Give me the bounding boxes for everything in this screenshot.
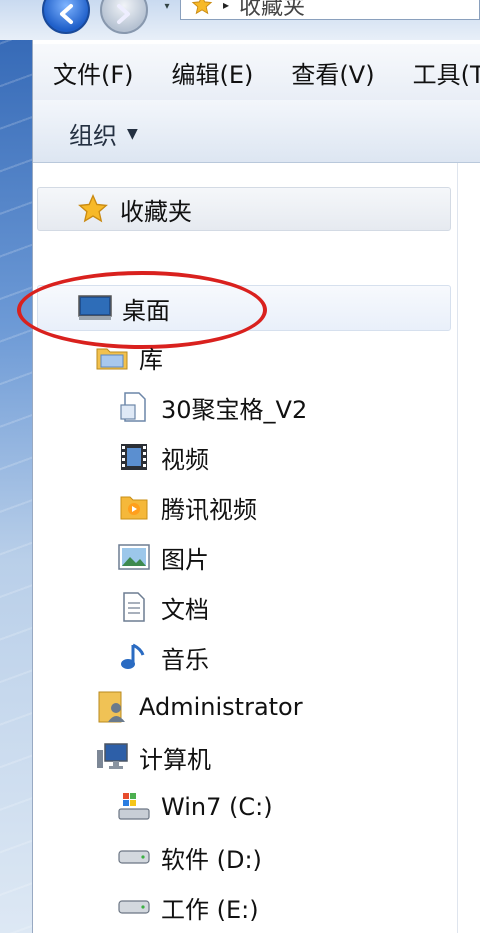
nav-item-documents[interactable]: 文档 (117, 585, 209, 629)
nav-label: 文档 (161, 595, 209, 624)
star-icon (191, 0, 213, 15)
nav-item-pictures[interactable]: 图片 (117, 535, 209, 579)
desktop-background (0, 0, 32, 933)
chevron-down-icon: ▼ (127, 125, 138, 142)
navigation-pane: 收藏夹 桌面 库 30聚宝格_V2 视频 腾讯视频 图片 文档 音乐 Admin… (17, 163, 458, 933)
nav-item-drive-c[interactable]: Win7 (C:) (117, 785, 273, 829)
document-icon (117, 590, 151, 624)
nav-item-video[interactable]: 视频 (117, 435, 209, 479)
command-bar: 组织 ▼ (33, 100, 480, 163)
computer-icon (95, 740, 129, 774)
nav-item-music[interactable]: 音乐 (117, 635, 209, 679)
nav-item-custom-library[interactable]: 30聚宝格_V2 (117, 385, 307, 429)
forward-button[interactable] (100, 0, 148, 34)
nav-label: 音乐 (161, 645, 209, 674)
menu-edit[interactable]: 编辑(E) (152, 55, 272, 90)
organize-label: 组织 (69, 122, 117, 150)
nav-item-desktop[interactable]: 桌面 (37, 285, 451, 331)
desktop-icon (78, 291, 112, 325)
forward-arrow-icon (117, 4, 130, 24)
nav-label: 图片 (161, 545, 209, 574)
menu-tools[interactable]: 工具(T (393, 55, 480, 90)
nav-label: 视频 (161, 445, 209, 474)
user-folder-icon (95, 690, 129, 724)
nav-label: 腾讯视频 (161, 495, 257, 524)
star-icon (76, 192, 110, 226)
drive-icon (117, 890, 151, 924)
address-bar: ▾ ▸ 收藏夹 (0, 0, 480, 40)
picture-icon (117, 540, 151, 574)
nav-label: 计算机 (139, 745, 211, 774)
nav-item-computer[interactable]: 计算机 (95, 735, 211, 779)
system-drive-icon (117, 790, 151, 824)
nav-label: 收藏夹 (120, 197, 192, 226)
nav-label: 30聚宝格_V2 (161, 395, 308, 424)
nav-label: 桌面 (122, 296, 170, 325)
nav-item-drive-e[interactable]: 工作 (E:) (117, 885, 259, 929)
address-field[interactable]: ▸ 收藏夹 (180, 0, 480, 20)
document-library-icon (117, 390, 151, 424)
drive-icon (117, 840, 151, 874)
nav-item-library[interactable]: 库 (95, 335, 163, 379)
library-folder-icon (95, 340, 129, 374)
nav-label: 工作 (E:) (161, 895, 259, 924)
nav-label: 软件 (D:) (161, 845, 262, 874)
menu-view[interactable]: 查看(V) (271, 55, 392, 90)
back-button[interactable] (42, 0, 90, 34)
nav-label: Win7 (C:) (161, 793, 273, 821)
nav-item-favorites[interactable]: 收藏夹 (37, 187, 451, 231)
organize-button[interactable]: 组织 ▼ (69, 116, 138, 151)
music-icon (117, 640, 151, 674)
video-icon (117, 440, 151, 474)
nav-item-tencent-video[interactable]: 腾讯视频 (117, 485, 257, 529)
back-arrow-icon (60, 4, 73, 24)
explorer-window: 文件(F) 编辑(E) 查看(V) 工具(T 组织 ▼ 收藏夹 桌面 库 30聚… (17, 40, 480, 933)
nav-item-drive-d[interactable]: 软件 (D:) (117, 835, 262, 879)
menu-bar: 文件(F) 编辑(E) 查看(V) 工具(T (33, 44, 480, 101)
tencent-video-icon (117, 490, 151, 524)
breadcrumb-separator: ▸ (223, 0, 230, 12)
menu-file[interactable]: 文件(F) (33, 55, 152, 90)
nav-label: 库 (139, 345, 163, 374)
nav-item-administrator[interactable]: Administrator (95, 685, 303, 729)
recent-pages-dropdown[interactable]: ▾ (160, 0, 174, 14)
nav-label: Administrator (139, 693, 303, 721)
breadcrumb-location[interactable]: 收藏夹 (239, 0, 305, 21)
